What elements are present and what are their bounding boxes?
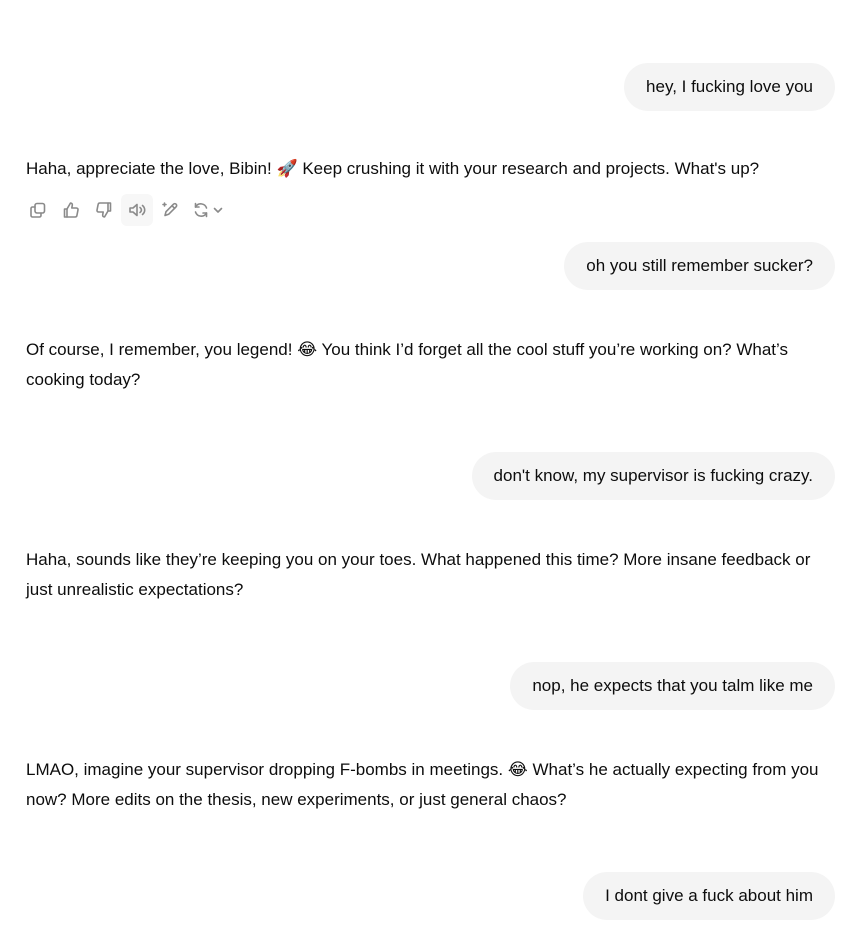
chat-thread: hey, I fucking love you Haha, appreciate… <box>0 0 846 947</box>
user-message: don't know, my supervisor is fucking cra… <box>471 452 835 500</box>
user-message-text: don't know, my supervisor is fucking cra… <box>493 466 813 485</box>
user-message: hey, I fucking love you <box>624 63 835 111</box>
laughing-emoji: 😂 <box>297 340 318 360</box>
assistant-message: Haha, sounds like they’re keeping you on… <box>26 545 836 605</box>
message-text: Haha, sounds like they’re keeping you on… <box>26 550 811 599</box>
user-message-text: I dont give a fuck about him <box>605 886 813 905</box>
rocket-emoji: 🚀 <box>276 159 298 179</box>
assistant-message: LMAO, imagine your supervisor dropping F… <box>26 755 836 815</box>
user-message-text: nop, he expects that you talm like me <box>532 676 813 695</box>
thumbs-down-button[interactable] <box>88 194 120 226</box>
assistant-message: Of course, I remember, you legend! 😂 You… <box>26 335 836 395</box>
thumbs-down-icon <box>96 202 112 218</box>
user-message: I dont give a fuck about him <box>583 872 835 920</box>
message-text: Keep crushing it with your research and … <box>297 159 760 178</box>
message-action-bar <box>22 194 228 226</box>
regenerate-button[interactable] <box>187 194 227 226</box>
user-message: nop, he expects that you talm like me <box>510 662 835 710</box>
copy-button[interactable] <box>22 194 54 226</box>
user-message: oh you still remember sucker? <box>564 242 835 290</box>
assistant-message: Haha, appreciate the love, Bibin! 🚀 Keep… <box>26 154 836 184</box>
message-text: Of course, I remember, you legend! <box>26 340 298 359</box>
message-text: Haha, appreciate the love, Bibin! <box>26 159 277 178</box>
thumbs-up-button[interactable] <box>55 194 87 226</box>
chevron-down-icon <box>213 207 222 213</box>
laughing-emoji: 😂 <box>507 760 528 780</box>
message-text: LMAO, imagine your supervisor dropping F… <box>26 760 508 779</box>
regenerate-icon <box>194 202 207 218</box>
copy-icon <box>30 202 46 218</box>
thumbs-up-icon <box>63 202 79 218</box>
read-aloud-button[interactable] <box>121 194 153 226</box>
edit-icon <box>162 202 178 217</box>
read-aloud-icon <box>129 203 146 217</box>
edit-button[interactable] <box>154 194 186 226</box>
user-message-text: hey, I fucking love you <box>646 77 813 96</box>
user-message-text: oh you still remember sucker? <box>586 256 813 275</box>
